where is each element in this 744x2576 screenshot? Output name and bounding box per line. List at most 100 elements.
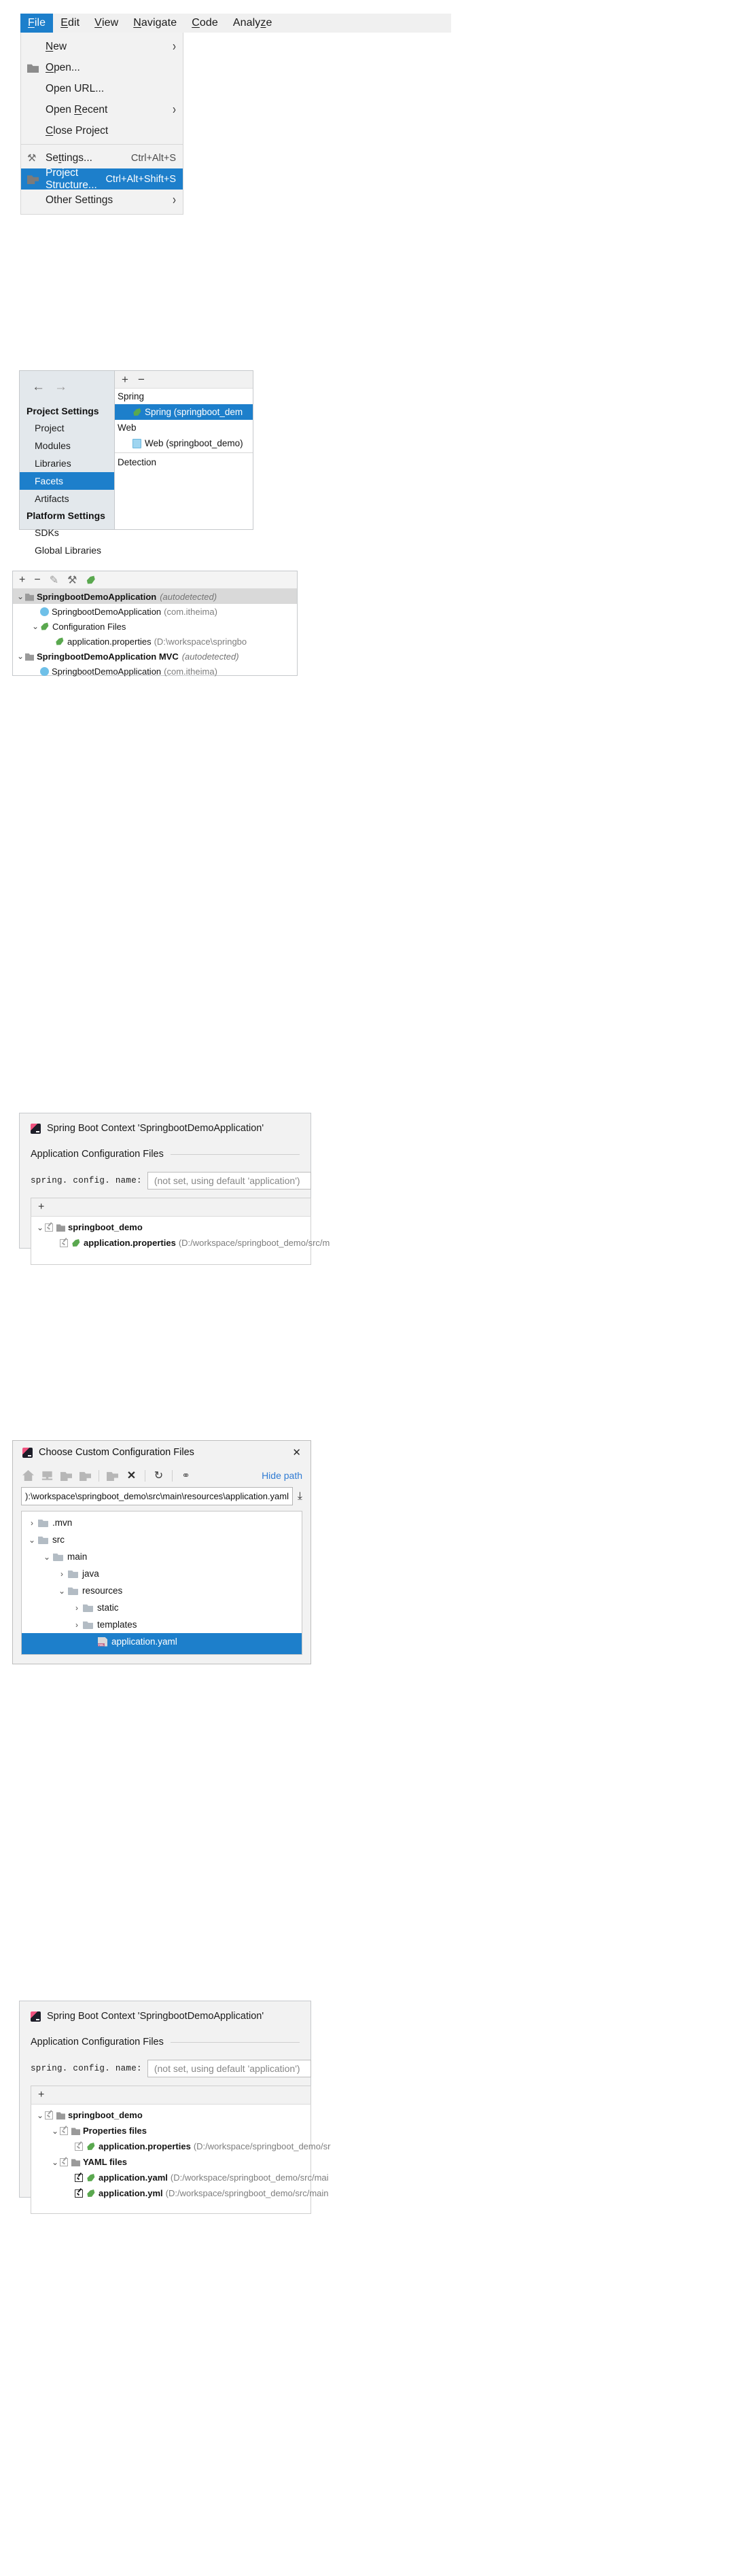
config-name-input[interactable]: (not set, using default 'application')	[147, 1172, 311, 1189]
sidebar-item-libraries[interactable]: Libraries	[20, 454, 114, 472]
sidebar-item-artifacts[interactable]: Artifacts	[20, 490, 114, 507]
module-folder-icon[interactable]	[79, 1471, 91, 1481]
menubar-item-file[interactable]: File	[20, 14, 54, 33]
detected-facet-row[interactable]: ⌄ Configuration Files	[13, 619, 297, 634]
config-file-checkbox[interactable]	[60, 2126, 68, 2135]
delete-icon[interactable]: ✕	[126, 1470, 137, 1482]
menubar-item-edit[interactable]: Edit	[53, 14, 87, 33]
menu-item-close-project[interactable]: Close Project	[21, 120, 183, 141]
detected-facet-row[interactable]: SpringbootDemoApplication (com.itheima)	[13, 604, 297, 619]
expand-chevron-icon[interactable]: ⌄	[16, 592, 25, 601]
intellij-icon	[31, 1123, 41, 1134]
config-file-checkbox[interactable]	[75, 2142, 83, 2151]
detected-facet-row[interactable]: ⌄ SpringbootDemoApplication MVC (autodetec…	[13, 649, 297, 664]
facet-tree-row[interactable]: Web (springboot_demo)	[115, 435, 253, 451]
config-file-row[interactable]: application.properties (D:/workspace/spri…	[31, 1235, 330, 1251]
expand-chevron-icon[interactable]: ›	[56, 1569, 68, 1579]
file-tree-row[interactable]: › java	[22, 1565, 302, 1582]
hide-path-button[interactable]: Hide path	[262, 1470, 302, 1481]
sidebar-item-global-libraries[interactable]: Global Libraries	[20, 541, 114, 559]
file-tree-row[interactable]: application.yaml	[22, 1633, 302, 1650]
file-tree-row[interactable]: application.yml	[22, 1650, 302, 1654]
config-file-row[interactable]: ⌄ YAML files	[31, 2154, 311, 2170]
facet-tree-row[interactable]: Spring	[115, 389, 253, 404]
home-icon[interactable]	[22, 1470, 34, 1481]
menubar-item-analyze[interactable]: Analy z e	[226, 14, 280, 33]
path-input[interactable]: ):\workspace\springboot_demo\src\main\re…	[21, 1487, 293, 1505]
detected-facet-row[interactable]: ⌄ SpringbootDemoApplication (autodetected)	[13, 589, 297, 604]
file-tree-row[interactable]: › .mvn	[22, 1514, 302, 1531]
show-hidden-files-icon[interactable]: ⚭	[180, 1470, 192, 1482]
new-folder-icon[interactable]	[107, 1471, 118, 1481]
config-file-row[interactable]: application.yaml (D:/workspace/springboot…	[31, 2170, 329, 2185]
project-folder-icon[interactable]	[60, 1471, 72, 1481]
menu-item-label: New	[46, 40, 67, 52]
remove-icon[interactable]: −	[34, 574, 40, 586]
expand-chevron-icon[interactable]: ⌄	[26, 1535, 38, 1545]
back-arrow-icon[interactable]: ←	[32, 380, 45, 393]
spring-leaf-icon	[133, 408, 141, 416]
menubar-item-navigate[interactable]: Navigate	[126, 14, 184, 33]
config-file-row[interactable]: application.properties (D:/workspace/spri…	[31, 2139, 330, 2154]
expand-chevron-icon[interactable]: ⌄	[56, 1586, 68, 1596]
path-dropdown-icon[interactable]: ⤓	[298, 1490, 302, 1503]
refresh-icon[interactable]: ↻	[153, 1470, 164, 1482]
remove-facet-icon[interactable]: −	[138, 373, 145, 387]
facet-tree-row[interactable]: Web	[115, 420, 253, 435]
config-file-row[interactable]: application.yml (D:/workspace/springboot_…	[31, 2185, 329, 2201]
config-file-checkbox[interactable]	[75, 2173, 83, 2182]
config-file-checkbox[interactable]	[45, 1223, 53, 1232]
file-tree-row[interactable]: › templates	[22, 1616, 302, 1633]
expand-chevron-icon[interactable]: ⌄	[31, 622, 40, 631]
add-facet-icon[interactable]: +	[122, 373, 128, 387]
sidebar-item-modules[interactable]: Modules	[20, 437, 114, 454]
detected-facet-row[interactable]: application.properties (D:\workspace\spri…	[13, 634, 297, 649]
close-icon[interactable]: ✕	[289, 1446, 304, 1459]
menu-item-settings[interactable]: ⚒ Settings... Ctrl+Alt+S	[21, 147, 183, 168]
sidebar-item-project[interactable]: Project	[20, 419, 114, 437]
add-icon[interactable]: +	[19, 574, 25, 586]
menu-item-open-recent[interactable]: Open Recent ›	[21, 99, 183, 120]
config-file-checkbox[interactable]	[45, 2111, 53, 2119]
facet-tree-row[interactable]: Detection	[115, 454, 253, 470]
config-name-input[interactable]: (not set, using default 'application')	[147, 2060, 311, 2077]
config-file-checkbox[interactable]	[75, 2189, 83, 2198]
sidebar-item-sdks[interactable]: SDKs	[20, 524, 114, 541]
expand-chevron-icon[interactable]: ›	[71, 1603, 83, 1613]
expand-chevron-icon[interactable]: ›	[26, 1518, 38, 1528]
config-file-row[interactable]: ⌄ springboot_demo	[31, 1219, 311, 1235]
config-file-checkbox[interactable]	[60, 2158, 68, 2166]
add-config-file-icon[interactable]: +	[38, 2089, 44, 2101]
expand-chevron-icon[interactable]: ⌄	[50, 2126, 60, 2136]
menu-item-other-settings[interactable]: Other Settings ›	[21, 190, 183, 211]
spring-icon	[41, 622, 49, 630]
menu-item-open[interactable]: Open...	[21, 57, 183, 78]
expand-chevron-icon[interactable]: ›	[71, 1620, 83, 1630]
config-file-row[interactable]: ⌄ springboot_demo	[31, 2107, 311, 2123]
desktop-icon[interactable]	[41, 1471, 53, 1480]
spring-leaf-icon[interactable]	[86, 575, 95, 584]
expand-chevron-icon[interactable]: ⌄	[35, 1223, 45, 1232]
menu-item-open-url[interactable]: Open URL...	[21, 78, 183, 99]
detected-facet-row[interactable]: SpringbootDemoApplication (com.itheima)	[13, 664, 297, 679]
config-file-row[interactable]: ⌄ Properties files	[31, 2123, 311, 2139]
menu-item-project-structure[interactable]: Project Structure... Ctrl+Alt+Shift+S	[21, 167, 183, 191]
expand-chevron-icon[interactable]: ⌄	[41, 1552, 53, 1562]
config-file-checkbox[interactable]	[60, 1238, 68, 1247]
facet-tree-row[interactable]: Spring (springboot_dem	[115, 404, 253, 420]
file-tree-row[interactable]: ⌄ main	[22, 1548, 302, 1565]
menu-item-new[interactable]: New ›	[21, 36, 183, 57]
file-tree-row[interactable]: ⌄ src	[22, 1531, 302, 1548]
expand-chevron-icon[interactable]: ⌄	[16, 651, 25, 661]
file-tree-row[interactable]: › static	[22, 1599, 302, 1616]
expand-chevron-icon[interactable]: ⌄	[50, 2158, 60, 2167]
sidebar-item-facets[interactable]: Facets	[20, 472, 114, 490]
menubar-item-code[interactable]: Code	[184, 14, 226, 33]
wrench-icon[interactable]: ⚒	[67, 573, 77, 587]
menubar-item-view[interactable]: View	[87, 14, 126, 33]
add-config-file-icon[interactable]: +	[38, 1201, 44, 1213]
file-tree-row[interactable]: ⌄ resources	[22, 1582, 302, 1599]
forward-arrow-icon[interactable]: →	[54, 380, 67, 393]
edit-pencil-icon[interactable]: ✎	[50, 573, 58, 587]
expand-chevron-icon[interactable]: ⌄	[35, 2111, 45, 2120]
